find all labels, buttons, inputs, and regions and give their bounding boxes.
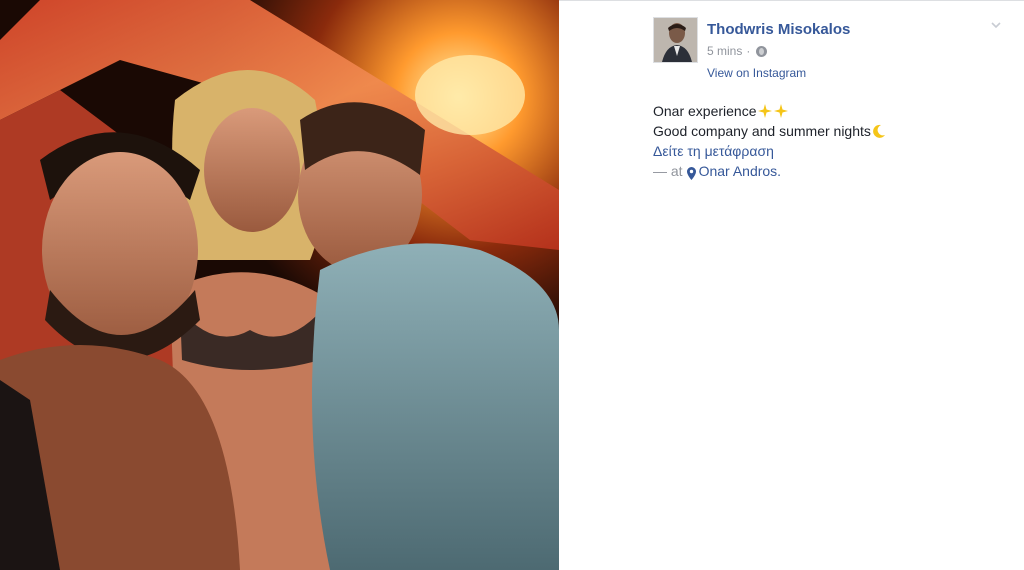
- post-text: Onar experience Good company and summer …: [653, 101, 1003, 181]
- meta-separator: ·: [746, 44, 751, 58]
- chevron-down-icon[interactable]: [990, 19, 1002, 31]
- post-text-line-2: Good company and summer nights: [653, 121, 1003, 141]
- sparkles-icon: [757, 103, 773, 119]
- author-name-link[interactable]: Thodwris Misokalos: [707, 21, 850, 38]
- translate-line: Δείτε τη μετάφραση: [653, 141, 1003, 161]
- post-text-line-2-text: Good company and summer nights: [653, 123, 871, 139]
- post-meta: 5 mins ·: [707, 44, 768, 58]
- see-translation-link[interactable]: Δείτε τη μετάφραση: [653, 141, 774, 161]
- post-text-line-1: Onar experience: [653, 101, 1003, 121]
- place-link[interactable]: Onar Andros.: [699, 161, 782, 181]
- crescent-moon-icon: [871, 123, 887, 139]
- post-photo[interactable]: [0, 0, 559, 570]
- sparkles-icon: [773, 103, 789, 119]
- photo-illustration: [0, 0, 559, 570]
- post-text-line-1-text: Onar experience: [653, 103, 757, 119]
- post-details-panel: Thodwris Misokalos 5 mins · View on Inst…: [559, 1, 1024, 570]
- author-avatar[interactable]: [653, 17, 698, 63]
- globe-icon[interactable]: [756, 45, 768, 57]
- location-line: — at Onar Andros.: [653, 161, 1003, 181]
- post-timestamp[interactable]: 5 mins: [707, 44, 742, 58]
- avatar-image: [654, 18, 697, 62]
- at-prefix: — at: [653, 163, 683, 179]
- view-on-instagram-link[interactable]: View on Instagram: [707, 66, 806, 80]
- map-pin-icon: [686, 165, 696, 180]
